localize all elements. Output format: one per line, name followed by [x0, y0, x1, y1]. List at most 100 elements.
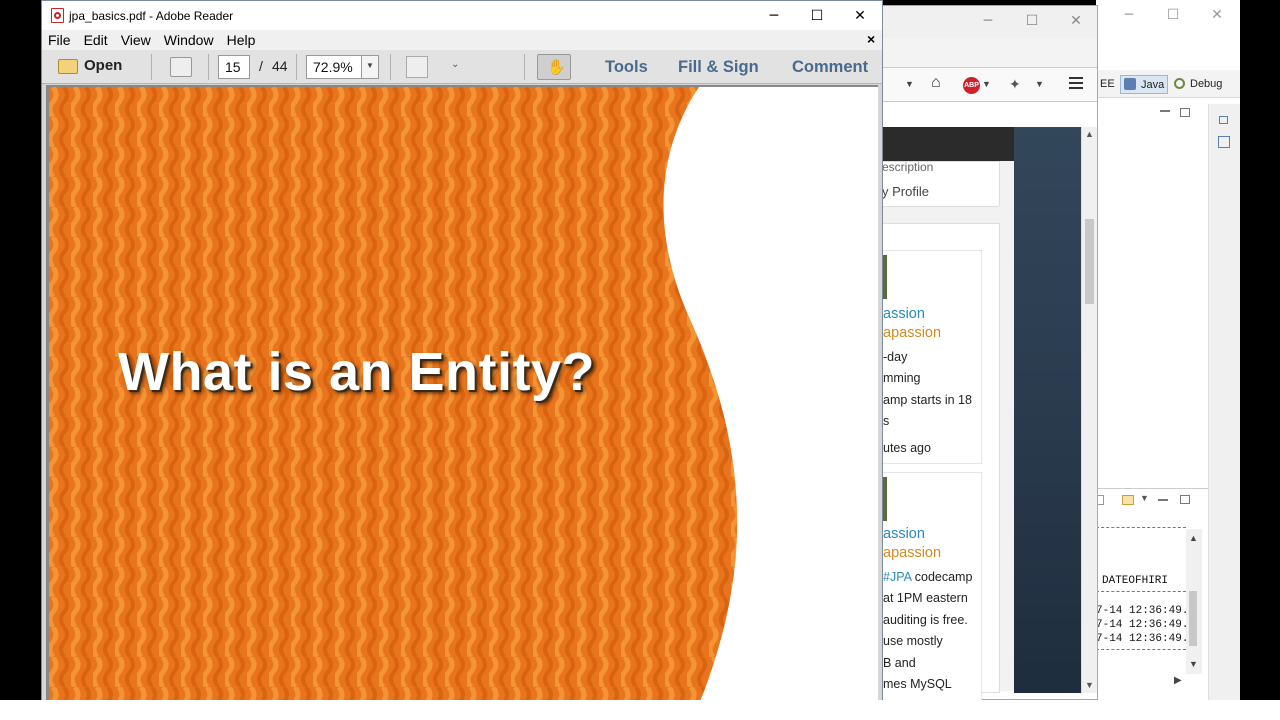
minimize-view-icon-2[interactable]	[1158, 499, 1168, 501]
dropdown-arrow-icon[interactable]: ▼	[905, 79, 914, 89]
maximize-view-icon[interactable]	[1180, 108, 1190, 117]
scroll-down-icon[interactable]: ▼	[1085, 680, 1094, 690]
tweet-text-line: use mostly	[883, 634, 943, 648]
menu-file[interactable]: File	[42, 30, 78, 50]
perspective-debug[interactable]: Debug	[1190, 70, 1222, 98]
menu-bar: File Edit View Window Help ×	[42, 30, 882, 50]
tweet-timestamp[interactable]: utes ago	[883, 438, 931, 460]
page-separator: /	[259, 58, 263, 74]
perspective-ee[interactable]: EE	[1100, 70, 1115, 98]
avatar	[883, 477, 887, 521]
reader-maximize-button[interactable]: ☐	[794, 1, 840, 31]
toolbar-separator	[390, 54, 391, 80]
scroll-up-icon[interactable]: ▲	[1189, 533, 1198, 543]
dropdown-arrow-icon[interactable]: ▼	[1140, 493, 1149, 503]
table-separator	[1096, 527, 1186, 528]
open-label: Open	[84, 57, 123, 74]
tweet-text-line: auditing is free.	[883, 613, 968, 627]
menu-hamburger-icon[interactable]	[1069, 77, 1083, 79]
table-row: 7-14 12:36:49.	[1096, 619, 1189, 631]
toolbar-overflow-icon[interactable]: ⌄	[451, 59, 459, 70]
close-document-icon[interactable]: ×	[867, 30, 875, 48]
tweet-text-line: at 1PM eastern	[883, 591, 968, 605]
twitter-page: escription y Profile assion apassion -da…	[881, 160, 1014, 702]
firefox-tab-strip	[883, 38, 1097, 68]
firefox-maximize-button[interactable]: ☐	[1009, 6, 1055, 36]
eclipse-close-button[interactable]: ✕	[1194, 0, 1240, 30]
firefox-titlebar: ─ ☐ ✕	[883, 6, 1097, 38]
tools-button[interactable]: Tools	[605, 50, 648, 84]
menu-edit[interactable]: Edit	[78, 30, 115, 50]
menu-help[interactable]: Help	[221, 30, 263, 50]
scroll-thumb[interactable]	[1189, 591, 1197, 646]
sidebar-item-description[interactable]: escription	[882, 160, 933, 174]
zoom-dropdown-button[interactable]: ▼	[361, 55, 379, 79]
tweet-author-handle[interactable]: apassion	[883, 324, 941, 343]
open-button[interactable]: Open	[56, 55, 126, 79]
eclipse-vertical-scrollbar[interactable]: ▲ ▼	[1186, 529, 1202, 674]
comment-button[interactable]: Comment	[792, 50, 868, 84]
firefox-vertical-scrollbar[interactable]: ▲ ▼	[1081, 127, 1097, 693]
scroll-down-icon[interactable]: ▼	[1189, 659, 1198, 669]
profile-card: escription y Profile	[881, 160, 1000, 207]
perspective-java-button[interactable]: Java	[1120, 75, 1168, 94]
eclipse-perspective-bar: EE Java Debug	[1096, 70, 1240, 98]
dropdown-arrow-icon[interactable]: ▼	[982, 79, 991, 89]
firefox-close-button[interactable]: ✕	[1053, 6, 1099, 36]
column-header-dateofhiring: DATEOFHIRI	[1102, 575, 1169, 587]
tweet-text-line: mes MySQL	[883, 677, 952, 691]
document-pane[interactable]: What is an Entity?	[46, 85, 878, 711]
reader-minimize-button[interactable]: ─	[751, 1, 797, 31]
folder-icon[interactable]	[1122, 495, 1134, 505]
fit-page-icon[interactable]	[406, 56, 428, 78]
tweets-card: assion apassion -day mming amp starts in…	[881, 223, 1000, 702]
scroll-right-icon[interactable]: ▶	[1174, 675, 1182, 686]
sidebar-item-profile[interactable]: y Profile	[882, 184, 929, 199]
desktop-strip	[0, 700, 1280, 720]
extension-icon[interactable]: ✦	[1009, 76, 1021, 93]
menu-window[interactable]: Window	[158, 30, 221, 50]
maximize-view-icon-2[interactable]	[1180, 495, 1190, 504]
zoom-input[interactable]: 72.9%	[306, 55, 362, 79]
table-row: 7-14 12:36:49.	[1096, 633, 1189, 645]
scroll-up-icon[interactable]: ▲	[1085, 129, 1094, 139]
page-total: 44	[272, 58, 288, 74]
page-number-input[interactable]: 15	[218, 55, 250, 79]
minimize-view-icon[interactable]	[1160, 110, 1170, 112]
tweet-author-name[interactable]: assion	[883, 525, 925, 544]
home-icon[interactable]: ⌂	[931, 74, 941, 92]
tweet-text-line: B and	[883, 656, 916, 670]
firefox-nav-toolbar: ▼ ⌂ ABP ▼ ✦ ▼	[883, 68, 1097, 102]
eclipse-window: ─ ☐ ✕ EE Java Debug ▼ DATEOFHIRI 7-14 12…	[1096, 0, 1240, 720]
hashtag-link[interactable]: #JPA	[883, 570, 911, 584]
tweet-text-line: mming	[883, 371, 921, 385]
dropdown-arrow-icon[interactable]: ▼	[1035, 79, 1044, 89]
hand-tool-button[interactable]: ✋	[537, 54, 571, 80]
reader-close-button[interactable]: ✕	[837, 1, 883, 31]
avatar	[883, 255, 887, 299]
debug-perspective-icon	[1174, 78, 1185, 89]
toolbar-separator	[151, 54, 152, 80]
eclipse-minimize-button[interactable]: ─	[1106, 0, 1152, 30]
tweet-text-line: -day	[883, 350, 908, 364]
menu-view[interactable]: View	[115, 30, 158, 50]
firefox-minimize-button[interactable]: ─	[965, 6, 1011, 36]
scroll-thumb[interactable]	[1085, 219, 1094, 304]
tweet-author-name[interactable]: assion	[883, 305, 925, 324]
toolbar-separator	[524, 54, 525, 80]
eclipse-titlebar: ─ ☐ ✕	[1096, 0, 1240, 30]
outline-icon[interactable]	[1218, 136, 1230, 148]
tweet-item[interactable]: assion apassion -day mming amp starts in…	[882, 250, 982, 464]
window-title: jpa_basics.pdf - Adobe Reader	[69, 9, 234, 23]
eclipse-maximize-button[interactable]: ☐	[1150, 0, 1196, 30]
site-header-bar	[883, 127, 1014, 161]
chevron-down-icon: ▼	[366, 61, 374, 70]
tweet-author-handle[interactable]: apassion	[883, 544, 941, 563]
fill-and-sign-button[interactable]: Fill & Sign	[678, 50, 759, 84]
adblock-icon[interactable]: ABP	[963, 77, 980, 94]
create-pdf-icon[interactable]	[170, 57, 192, 77]
restore-icon[interactable]	[1219, 116, 1228, 124]
tweet-item[interactable]: assion apassion #JPA codecamp at 1PM eas…	[882, 472, 982, 702]
pdf-file-icon	[51, 8, 64, 23]
reader-toolbar: Open 15 / 44 72.9% ▼ ⌄ ✋ Tools Fill & Si…	[42, 50, 882, 84]
